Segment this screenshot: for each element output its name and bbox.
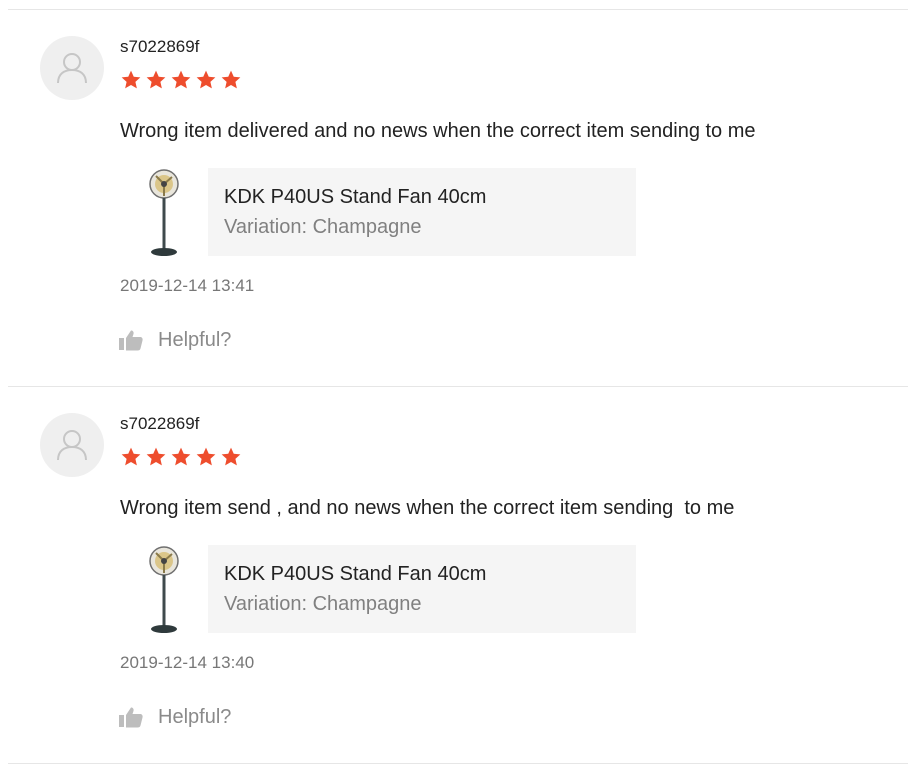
- rating-stars: [120, 69, 242, 91]
- star-icon: [171, 447, 191, 466]
- review-comment: Wrong item delivered and no news when th…: [120, 120, 756, 142]
- rating-stars: [120, 446, 242, 468]
- star-icon: [146, 70, 166, 89]
- review-comment: Wrong item send , and no news when the c…: [120, 497, 735, 519]
- review-timestamp: 2019-12-14 13:40: [120, 653, 255, 672]
- stand-fan-thumbnail[interactable]: [138, 168, 194, 260]
- avatar[interactable]: [40, 36, 104, 100]
- star-icon: [171, 70, 191, 89]
- star-icon: [146, 447, 166, 466]
- review-divider: [8, 763, 908, 764]
- product-name: KDK P40US Stand Fan 40cm: [224, 563, 487, 585]
- thumbs-up-icon: [119, 330, 143, 351]
- product-card[interactable]: KDK P40US Stand Fan 40cm Variation: Cham…: [208, 545, 636, 633]
- star-icon: [221, 70, 241, 89]
- avatar[interactable]: [40, 413, 104, 477]
- thumbs-up-icon: [119, 707, 143, 728]
- review-timestamp: 2019-12-14 13:41: [120, 276, 255, 295]
- user-icon: [57, 430, 87, 461]
- review-item: s7022869f Wrong item send , and no news …: [0, 387, 908, 763]
- helpful-label: Helpful?: [158, 706, 232, 728]
- stand-fan-thumbnail[interactable]: [138, 545, 194, 637]
- helpful-button[interactable]: Helpful?: [118, 328, 231, 352]
- helpful-button[interactable]: Helpful?: [118, 705, 231, 729]
- star-icon: [196, 447, 216, 466]
- star-icon: [196, 70, 216, 89]
- product-variation: Variation: Champagne: [224, 593, 422, 615]
- helpful-label: Helpful?: [158, 329, 232, 351]
- star-icon: [121, 70, 141, 89]
- product-card[interactable]: KDK P40US Stand Fan 40cm Variation: Cham…: [208, 168, 636, 256]
- reviewer-username: s7022869f: [120, 37, 200, 56]
- reviewer-username: s7022869f: [120, 414, 200, 433]
- star-icon: [221, 447, 241, 466]
- review-item: s7022869f Wrong item delivered and no ne…: [0, 10, 908, 386]
- product-name: KDK P40US Stand Fan 40cm: [224, 186, 487, 208]
- product-variation: Variation: Champagne: [224, 216, 422, 238]
- star-icon: [121, 447, 141, 466]
- user-icon: [57, 53, 87, 84]
